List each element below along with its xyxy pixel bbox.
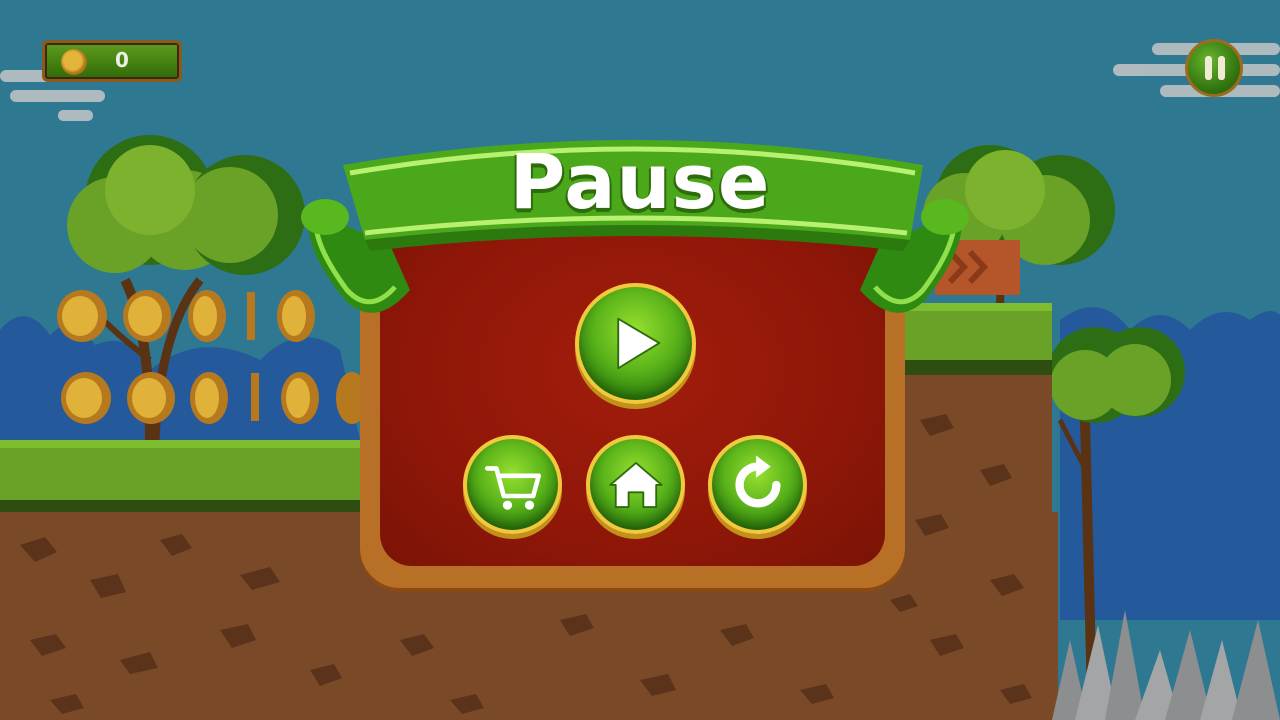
coin-icon [61, 49, 87, 75]
pause-icon [1205, 56, 1212, 80]
right-cliff [880, 303, 1052, 720]
resume-button[interactable] [575, 283, 696, 404]
pause-title: Pause [509, 137, 771, 226]
coin-counter: 0 [42, 40, 182, 82]
home-button[interactable] [586, 435, 685, 534]
home-icon [609, 461, 663, 508]
shop-button[interactable] [463, 435, 562, 534]
coin-count: 0 [115, 48, 129, 72]
restart-button[interactable] [708, 435, 807, 534]
play-icon [617, 317, 661, 370]
restart-icon [735, 455, 781, 508]
pause-button[interactable] [1185, 39, 1243, 97]
pause-icon-bar [1218, 56, 1225, 80]
shopping-cart-icon [484, 466, 541, 510]
